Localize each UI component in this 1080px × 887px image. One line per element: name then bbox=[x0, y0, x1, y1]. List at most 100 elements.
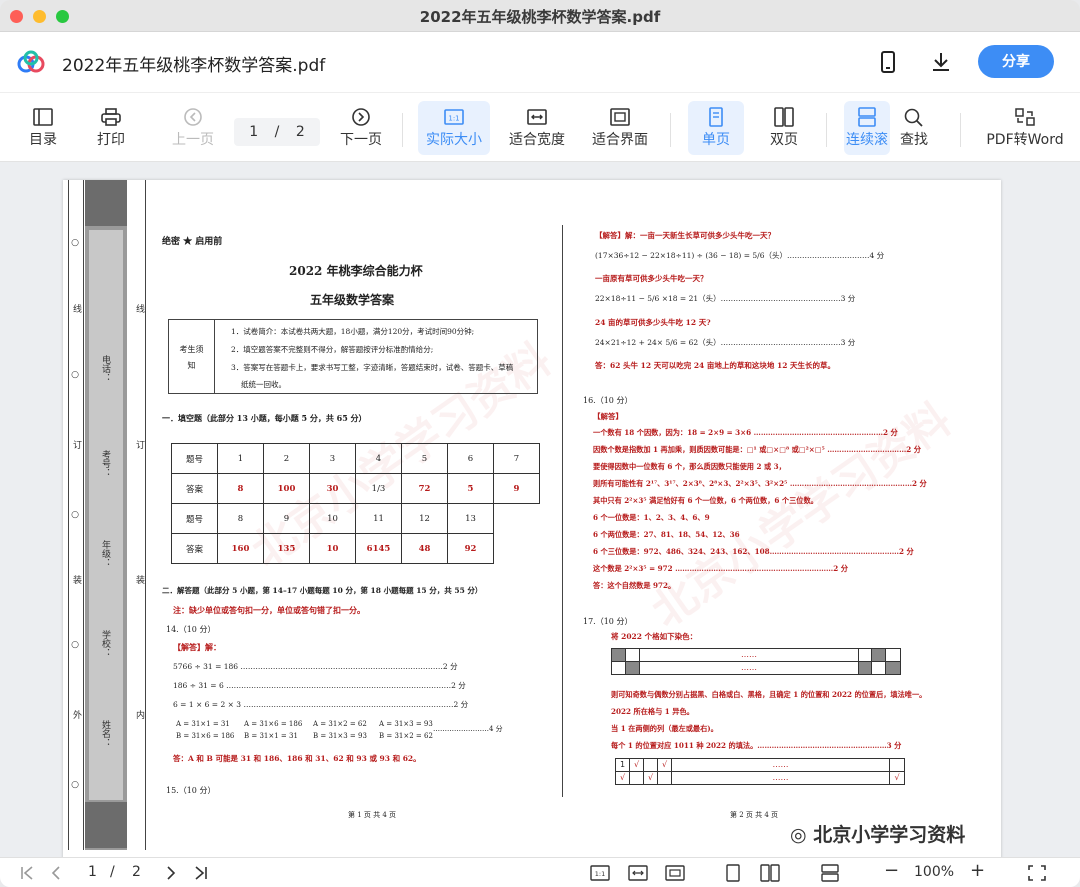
prev-label: 上一页 bbox=[172, 132, 214, 148]
binding-line bbox=[83, 180, 84, 850]
question-14: 14.（10 分） bbox=[166, 625, 216, 634]
toolbar: 目录 打印 上一页 1 / 2 下一页 1:1 实际大小 适合宽度 适合界面 单… bbox=[0, 92, 1080, 162]
binding-strip: 线 订 装 外 ○ ○ ○ ○ ○ 电话： 考号： 年级： 学校： 姓名： 线 … bbox=[63, 180, 147, 850]
grid-ellipsis: …… bbox=[672, 772, 890, 784]
step-4: 则所有可能性有 2¹⁷、3¹⁷、2×3⁸、2⁸×3、2²×3⁵、3²×2⁵ ……… bbox=[593, 479, 927, 488]
table-cell: 5 bbox=[401, 443, 448, 474]
toolbar-divider bbox=[670, 113, 671, 147]
single-page-button[interactable]: 单页 bbox=[688, 101, 744, 155]
coloring-grid-row-1: …… bbox=[611, 648, 901, 662]
grid-cell-check: √ bbox=[894, 773, 900, 782]
double-page-icon[interactable] bbox=[760, 864, 780, 882]
double-page-button[interactable]: 双页 bbox=[758, 101, 810, 155]
page-footer-right: 第 2 页 共 4 页 bbox=[730, 811, 779, 819]
table-cell: 8 bbox=[217, 503, 264, 534]
page-separator: / bbox=[274, 124, 280, 140]
share-button[interactable]: 分享 bbox=[978, 45, 1054, 78]
notice-line-3: 3．答案写在答题卡上，要求书写工整，字迹清晰，答题结束时，试卷、答题卡、草稿 bbox=[231, 363, 514, 372]
first-page-icon[interactable] bbox=[20, 866, 36, 880]
fit-page-label: 适合界面 bbox=[592, 132, 648, 148]
coloring-explain-4: 每个 1 的位置对应 1011 种 2022 的填法。…………………………………… bbox=[611, 741, 902, 750]
coloring-explain-2: 2022 所在格与 1 异色。 bbox=[611, 707, 694, 716]
wechat-watermark: ◎ 北京小学学习资料 bbox=[790, 824, 966, 846]
table-cell-answer: 92 bbox=[447, 533, 494, 564]
grid-cell bbox=[872, 662, 886, 674]
binding-school-label: 学校： bbox=[100, 630, 110, 657]
next-page-icon[interactable] bbox=[165, 866, 177, 880]
status-page-total: 2 bbox=[132, 864, 141, 880]
grid-cell bbox=[890, 759, 904, 771]
fit-width-icon[interactable] bbox=[628, 865, 648, 881]
pdf-page: 线 订 装 外 ○ ○ ○ ○ ○ 电话： 考号： 年级： 学校： 姓名： 线 … bbox=[63, 180, 1001, 857]
double-page-icon bbox=[774, 107, 794, 127]
grid-cell-dark bbox=[626, 662, 640, 674]
table-cell-answer: 135 bbox=[263, 533, 310, 564]
grid-cell-dark bbox=[612, 649, 626, 661]
fit-page-button[interactable]: 适合界面 bbox=[586, 101, 654, 155]
grid-cell bbox=[630, 772, 644, 784]
table-cell-empty bbox=[494, 504, 540, 534]
coloring-explain-3: 当 1 在两侧的列（最左或最右)。 bbox=[611, 724, 718, 733]
print-label: 打印 bbox=[97, 132, 125, 148]
prev-page-icon[interactable] bbox=[50, 866, 62, 880]
table-cell: 3 bbox=[309, 443, 356, 474]
print-button[interactable]: 打印 bbox=[88, 101, 134, 155]
binding-cap-bottom bbox=[85, 802, 127, 848]
double-page-label: 双页 bbox=[770, 132, 798, 148]
table-cell: 2 bbox=[263, 443, 310, 474]
single-page-label: 单页 bbox=[702, 132, 730, 148]
watermark: 北京小学学习资料 bbox=[642, 393, 961, 638]
coloring-grid-row-2: …… bbox=[611, 661, 901, 675]
fullscreen-icon[interactable] bbox=[1028, 865, 1046, 881]
document-viewer[interactable]: 线 订 装 外 ○ ○ ○ ○ ○ 电话： 考号： 年级： 学校： 姓名： 线 … bbox=[0, 163, 1080, 857]
pdf-to-word-label: PDF转Word bbox=[986, 132, 1064, 148]
fit-page-icon[interactable] bbox=[665, 865, 685, 881]
continuous-scroll-button[interactable]: 连续滚 bbox=[844, 101, 890, 155]
binding-middle bbox=[89, 230, 123, 800]
fit-width-button[interactable]: 适合宽度 bbox=[504, 101, 570, 155]
fill-grid-row-2: √ √ …… √ bbox=[615, 771, 905, 785]
zoom-out-button[interactable]: − bbox=[884, 860, 899, 881]
actual-size-icon[interactable]: 1:1 bbox=[590, 865, 610, 881]
step-8: 6 个三位数是：972、486、324、243、162、108………………………… bbox=[593, 547, 914, 556]
grid-cell-check: √ bbox=[616, 772, 630, 784]
grid-cell-dark bbox=[886, 662, 900, 674]
toc-button[interactable]: 目录 bbox=[20, 101, 66, 155]
step-1: 一个数有 18 个因数，因为：18 = 2×9 = 3×6 …………………………… bbox=[593, 428, 898, 437]
binding-grade-label: 年级： bbox=[100, 540, 110, 567]
calc-line-3: 6 = 1 × 6 = 2 × 3 …………………………………………………………… bbox=[173, 700, 469, 709]
single-page-icon bbox=[709, 107, 723, 127]
page-indicator[interactable]: 1 / 2 bbox=[234, 118, 320, 146]
actual-size-label: 实际大小 bbox=[426, 132, 482, 148]
actual-size-button[interactable]: 1:1 实际大小 bbox=[418, 101, 490, 155]
equation-pair-2: A = 31×6 = 186 B = 31×1 = 31 bbox=[244, 720, 303, 740]
step-7: 6 个两位数是：27、81、18、54、12、36 bbox=[593, 530, 740, 539]
next-page-button[interactable]: 下一页 bbox=[334, 101, 388, 155]
header-bar: 2022年五年级桃李杯数学答案.pdf 分享 bbox=[0, 32, 1080, 92]
pdf-to-word-button[interactable]: PDF转Word bbox=[982, 101, 1068, 155]
step-6: 6 个一位数是：1、2、3、4、6、9 bbox=[593, 513, 710, 522]
single-page-icon[interactable] bbox=[725, 864, 741, 882]
column-divider bbox=[562, 225, 563, 797]
svg-text:1:1: 1:1 bbox=[448, 115, 459, 123]
mobile-phone-icon[interactable] bbox=[876, 50, 900, 74]
prev-page-button[interactable]: 上一页 bbox=[166, 101, 220, 155]
status-page-current[interactable]: 1 bbox=[88, 864, 97, 880]
wechat-watermark-text: 北京小学学习资料 bbox=[813, 824, 966, 846]
answer-table: 题号 1 2 3 4 5 6 7 答案 8 100 30 1/3 72 5 9 … bbox=[171, 443, 540, 564]
find-button[interactable]: 查找 bbox=[892, 101, 936, 155]
download-icon[interactable] bbox=[929, 50, 953, 74]
zoom-in-button[interactable]: + bbox=[970, 860, 985, 881]
table-cell-label: 题号 bbox=[171, 443, 218, 474]
grid-ellipsis: …… bbox=[741, 650, 757, 659]
table-cell-answer: 30 bbox=[309, 473, 356, 504]
answer-label: 【解答】解： bbox=[173, 642, 221, 652]
table-cell-answer: 5 bbox=[447, 473, 494, 504]
notice-box: 考生须知 1．试卷简介：本试卷共两大题，18小题，满分120分，考试时间90分钟… bbox=[168, 319, 538, 394]
step-10: 答：这个自然数是 972。 bbox=[593, 581, 676, 590]
last-page-icon[interactable] bbox=[192, 866, 208, 880]
fit-page-icon bbox=[610, 108, 630, 126]
question-16: 16.（10 分） bbox=[583, 396, 633, 405]
binding-circle: ○ bbox=[70, 780, 80, 790]
continuous-scroll-icon[interactable] bbox=[820, 864, 840, 882]
